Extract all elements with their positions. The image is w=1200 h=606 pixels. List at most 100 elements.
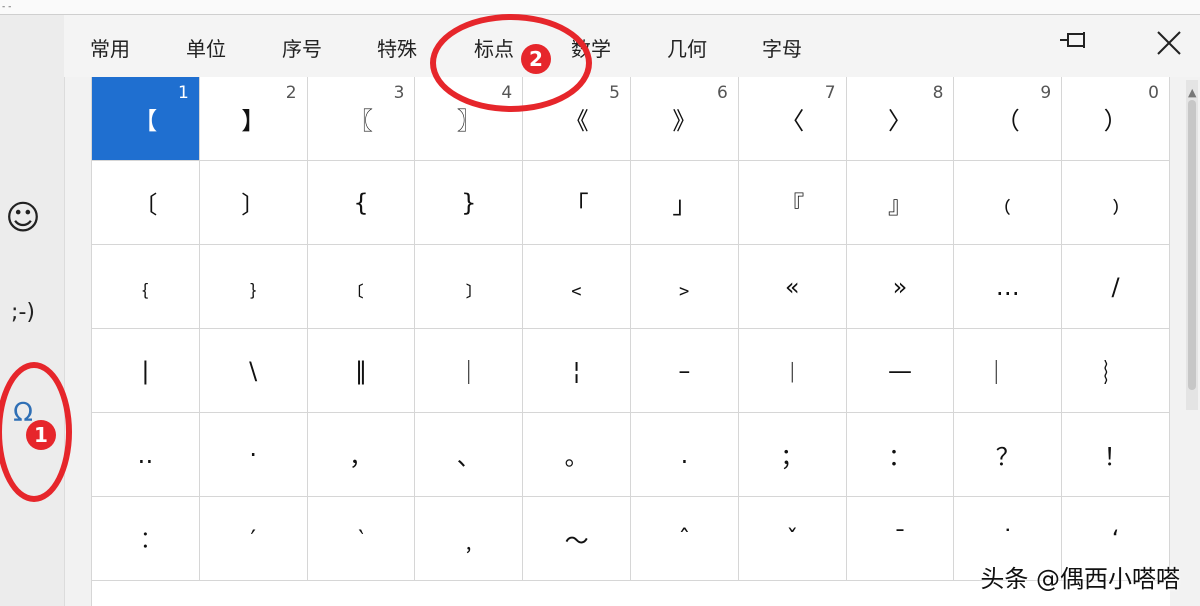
symbol-cell[interactable]: ； (738, 413, 847, 497)
symbol-char: ～ (564, 527, 589, 555)
symbol-char: — (887, 356, 912, 385)
symbol-char: ） (1103, 107, 1128, 135)
symbol-char: ¦ (572, 356, 581, 385)
symbol-cell[interactable]: 】 2 (199, 77, 308, 161)
symbol-cell[interactable]: 〉 8 (846, 77, 955, 161)
symbol-cell[interactable]: 〕 (199, 161, 308, 245)
shortcut-number: 0 (1148, 83, 1159, 103)
symbol-char: \ (249, 356, 258, 385)
symbol-char: ﹛ (133, 275, 158, 303)
symbol-cell[interactable]: ﹚ (1062, 161, 1170, 245)
shortcut-number: 8 (932, 83, 944, 103)
symbol-char: 。 (564, 443, 589, 471)
symbol-cell[interactable]: · (199, 413, 308, 497)
tab-geometry[interactable]: 几何 (667, 33, 707, 62)
symbol-cell[interactable]: \ (199, 329, 308, 413)
tab-units[interactable]: 单位 (186, 33, 226, 62)
symbol-char: 、 (456, 443, 481, 471)
symbol-cell[interactable]: ﹥ (631, 245, 739, 329)
symbol-cell[interactable]: ﹤ (523, 245, 631, 329)
symbol-cell[interactable]: ︴ (1062, 329, 1170, 413)
symbol-char: ˙ (1001, 524, 1014, 553)
tab-letters[interactable]: 字母 (762, 33, 802, 62)
symbol-cell[interactable]: { (307, 161, 416, 245)
symbol-cell[interactable]: ： (846, 413, 955, 497)
symbol-cell[interactable]: ˉ (846, 497, 955, 581)
symbol-cell[interactable]: ﹐ (415, 497, 524, 581)
pin-icon[interactable] (1060, 30, 1090, 50)
symbol-cell[interactable]: ˇ (738, 497, 847, 581)
symbol-cell[interactable]: ︱ (738, 329, 847, 413)
symbol-cell[interactable]: ， (307, 413, 416, 497)
symbol-char: ﹜ (241, 275, 266, 303)
symbol-cell[interactable]: ﹛ (92, 245, 200, 329)
symbol-cell[interactable]: ‥ (92, 413, 200, 497)
symbol-char: ﹐ (456, 527, 481, 555)
symbol-char: ′ (250, 524, 256, 553)
symbol-cell[interactable]: ˆ (631, 497, 739, 581)
symbol-cell[interactable]: ） 0 (1062, 77, 1170, 161)
scroll-up-icon[interactable]: ▲ (1188, 86, 1196, 99)
symbol-cell[interactable]: ¦ (523, 329, 631, 413)
symbol-cell[interactable]: （9 (954, 77, 1063, 161)
symbol-cell[interactable]: 、 (415, 413, 524, 497)
symbol-cell[interactable]: / (1062, 245, 1170, 329)
symbol-cell[interactable]: . (631, 413, 739, 497)
symbol-cell[interactable]: – (631, 329, 739, 413)
tab-ordinals[interactable]: 序号 (282, 33, 322, 62)
symbol-cell[interactable]: ？ (954, 413, 1063, 497)
symbol-cell[interactable]: ′ (199, 497, 308, 581)
symbol-cell[interactable]: ‵ (307, 497, 416, 581)
symbol-cell[interactable]: ﹞ (415, 245, 524, 329)
close-icon[interactable] (1155, 29, 1183, 57)
symbol-char: ！ (1103, 443, 1128, 471)
symbol-cell[interactable]: ﹝ (307, 245, 416, 329)
symbol-cell[interactable]: ‖ (307, 329, 416, 413)
symbol-cell[interactable]: 〈 7 (738, 77, 847, 161)
symbol-cell[interactable]: ﹙ (954, 161, 1063, 245)
symbol-cell[interactable]: … (954, 245, 1063, 329)
tab-special[interactable]: 特殊 (377, 33, 417, 62)
symbol-char: ﹚ (1103, 191, 1128, 219)
tab-common[interactable]: 常用 (90, 33, 130, 62)
symbol-char: ﹞ (456, 275, 481, 303)
symbol-char: ？ (995, 443, 1020, 471)
symbol-char: . (680, 440, 689, 469)
symbol-char: ˆ (678, 524, 691, 553)
symbol-cell[interactable]: ﹜ (199, 245, 308, 329)
symbol-cell[interactable]: ｜ (415, 329, 524, 413)
symbol-cell[interactable]: 』 (846, 161, 955, 245)
symbol-cell[interactable]: ︳ (954, 329, 1063, 413)
symbol-cell[interactable]: » (846, 245, 955, 329)
symbol-char: ‖ (354, 356, 367, 385)
symbol-cell[interactable]: 「 (523, 161, 631, 245)
kaomoji-category-icon[interactable]: ;-) (0, 300, 46, 325)
shortcut-number: 1 (177, 83, 189, 103)
symbol-char: 〉 (887, 107, 912, 135)
symbol-char: ˇ (786, 524, 799, 553)
symbol-cell[interactable]: « (738, 245, 847, 329)
symbol-char: ， (348, 443, 373, 471)
symbol-char: ︳ (995, 359, 1020, 387)
symbol-cell[interactable]: | (92, 329, 200, 413)
symbol-cell[interactable]: 。 (523, 413, 631, 497)
vertical-scrollbar[interactable] (1186, 80, 1198, 410)
symbol-cell[interactable]: 【1 (92, 77, 200, 161)
symbol-tab-bar: 常用 单位 序号 特殊 标点 数学 几何 字母 (64, 15, 1200, 77)
symbol-cell[interactable]: 〔 (92, 161, 200, 245)
symbol-cell[interactable]: 》 6 (631, 77, 739, 161)
symbol-cell[interactable]: 〖 3 (307, 77, 416, 161)
scrollbar-thumb[interactable] (1188, 100, 1196, 390)
symbol-cell[interactable]: 『 (738, 161, 847, 245)
symbol-cell[interactable]: ！ (1062, 413, 1170, 497)
symbol-cell[interactable]: — (846, 329, 955, 413)
symbol-cell[interactable]: ︰ (92, 497, 200, 581)
shortcut-number: 3 (393, 83, 405, 103)
symbol-cell[interactable]: ～ (523, 497, 631, 581)
symbol-char: ‵ (358, 524, 364, 553)
symbol-cell[interactable]: } (415, 161, 524, 245)
symbol-cell[interactable]: 」 (631, 161, 739, 245)
emoji-category-icon[interactable]: ☺ (0, 198, 46, 238)
symbol-char: ｜ (456, 359, 481, 387)
symbol-char: ˉ (893, 524, 906, 553)
